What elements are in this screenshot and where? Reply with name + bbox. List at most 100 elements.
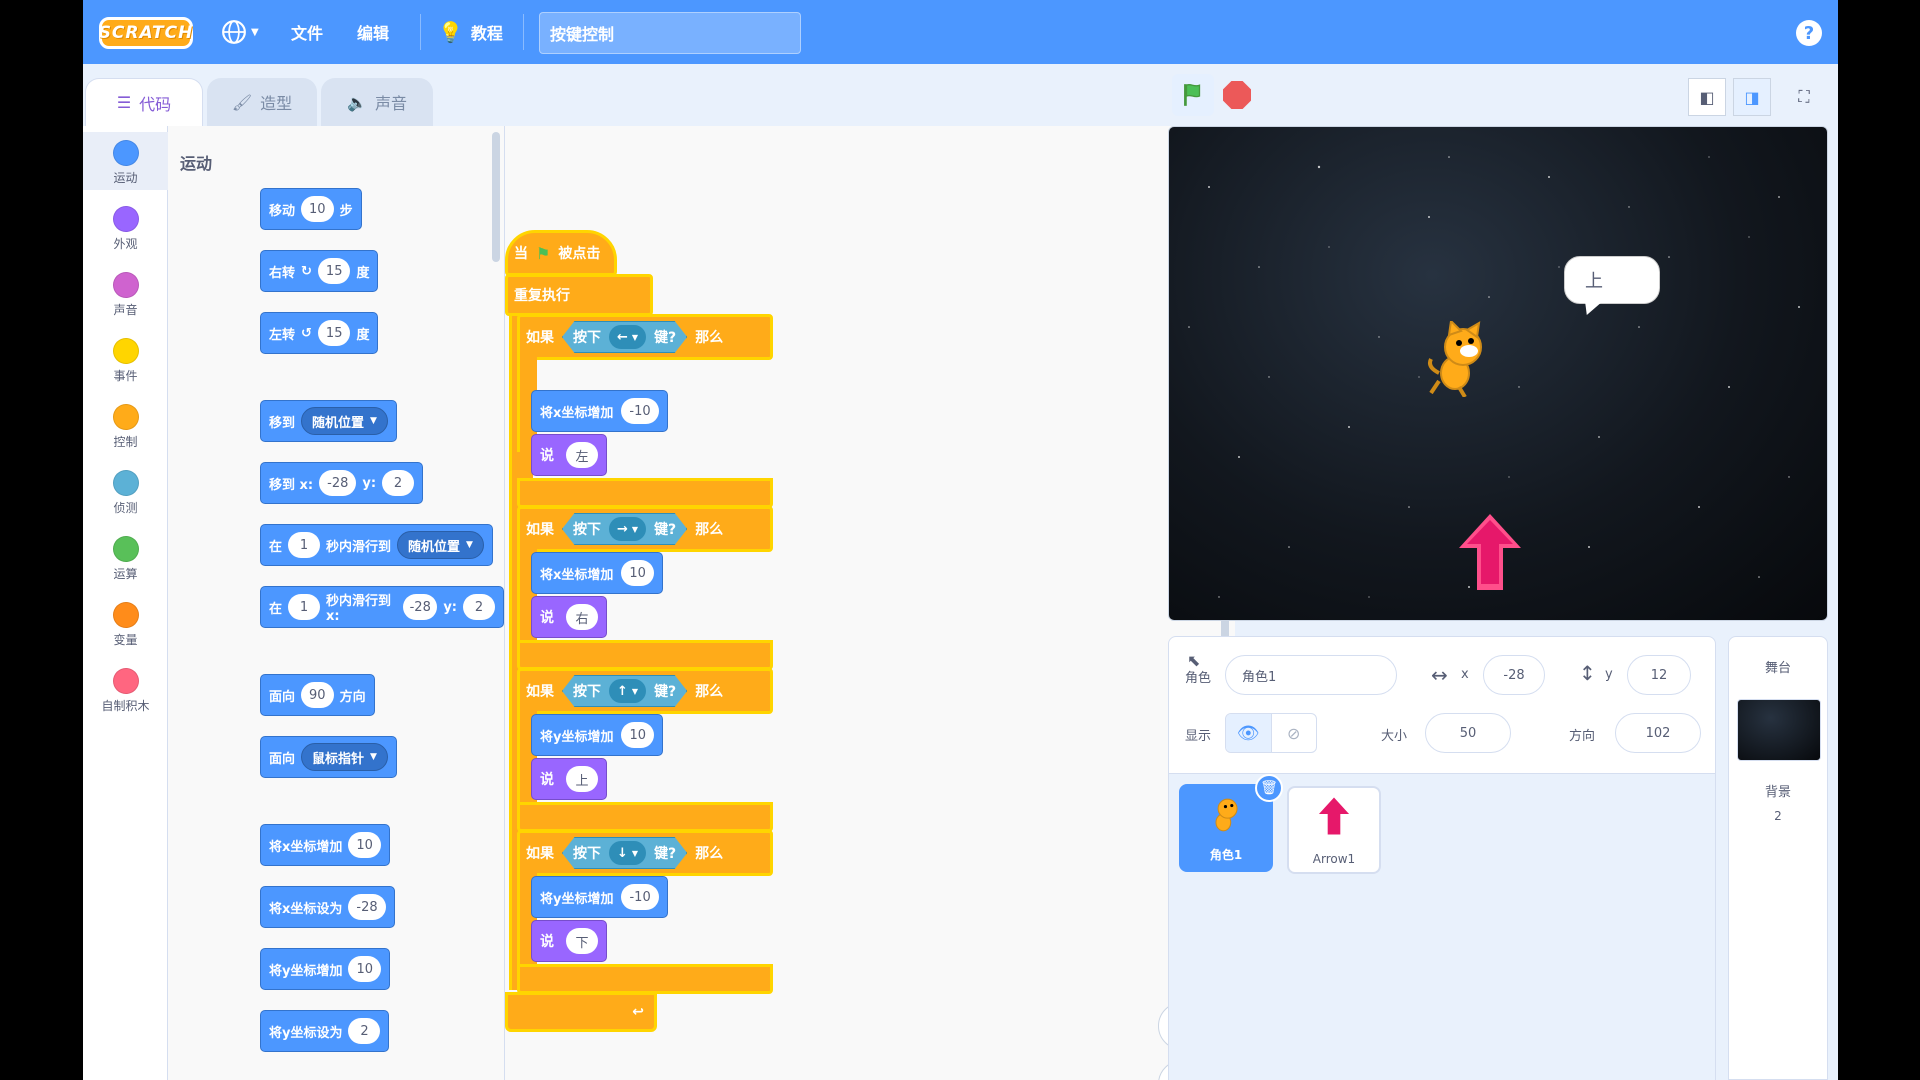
key-dropdown[interactable]: ↑ ▼ (609, 679, 647, 703)
direction-input[interactable]: 102 (1615, 713, 1701, 753)
block-set-x[interactable]: 将x坐标设为 -28 (260, 886, 395, 928)
key-pressed-block[interactable]: 按下 → ▼ 键? (562, 513, 688, 545)
script-change-y-block[interactable]: 将y坐标增加 10 (531, 714, 664, 756)
block-input[interactable]: 10 (621, 560, 654, 586)
scratch-logo[interactable]: SCRATCH (99, 17, 193, 49)
block-input[interactable]: -28 (319, 470, 357, 496)
block-point-direction[interactable]: 面向 90 方向 (260, 674, 375, 716)
block-dropdown[interactable]: 随机位置 ▼ (301, 407, 388, 435)
green-flag-button[interactable] (1172, 74, 1214, 116)
block-input[interactable]: 10 (348, 956, 382, 982)
category-looks[interactable]: 外观 (83, 198, 168, 256)
block-goto[interactable]: 移到 随机位置 ▼ (260, 400, 397, 442)
script-say-block[interactable]: 说 上 (531, 758, 607, 800)
block-change-x[interactable]: 将x坐标增加 10 (260, 824, 390, 866)
tab-sounds[interactable]: 🔈 声音 (321, 78, 433, 126)
block-set-y[interactable]: 将y坐标设为 2 (260, 1010, 390, 1052)
block-input[interactable]: 2 (348, 1018, 381, 1044)
block-goto-xy[interactable]: 移到 x: -28 y: 2 (260, 462, 424, 504)
script-if-block[interactable]: 如果 按下 ↓ ▼ 键? 那么 (517, 830, 773, 876)
stop-button[interactable] (1223, 81, 1251, 109)
script-say-block[interactable]: 说 右 (531, 596, 607, 638)
script-change-x-block[interactable]: 将x坐标增加 -10 (531, 390, 668, 432)
block-change-y[interactable]: 将y坐标增加 10 (260, 948, 391, 990)
block-input[interactable]: -28 (348, 894, 386, 920)
small-stage-button[interactable]: ◧ (1688, 78, 1726, 116)
category-variables[interactable]: 变量 (83, 594, 168, 652)
script-if-block[interactable]: 如果 按下 ← ▼ 键? 那么 (517, 314, 773, 360)
category-operators[interactable]: 运算 (83, 528, 168, 586)
sprite-name-input[interactable]: 角色1 (1225, 655, 1397, 695)
script-if-block[interactable]: 如果 按下 ↑ ▼ 键? 那么 (517, 668, 773, 714)
help-icon[interactable]: ? (1796, 20, 1822, 46)
stage-selector[interactable]: 舞台 背景 2 (1728, 636, 1828, 1080)
backdrop-thumbnail[interactable] (1737, 699, 1821, 761)
block-input[interactable]: 10 (301, 196, 334, 222)
category-my-blocks[interactable]: 自制积木 (83, 660, 168, 718)
block-input[interactable]: 2 (382, 470, 415, 496)
tab-code[interactable]: ☰ 代码 (85, 78, 203, 126)
block-input[interactable]: 左 (566, 442, 598, 468)
block-input[interactable]: 15 (317, 258, 351, 284)
delete-sprite-button[interactable]: 🗑 (1255, 774, 1283, 802)
block-input[interactable]: -28 (403, 594, 438, 620)
script-hat-block[interactable]: 当 ⚑ 被点击 (505, 230, 617, 276)
block-point-towards[interactable]: 面向 鼠标指针 ▼ (260, 736, 397, 778)
block-input[interactable]: -10 (621, 884, 659, 910)
block-turn-right[interactable]: 右转 ↻ 15 度 (260, 250, 379, 292)
project-title-input[interactable]: 按键控制 (539, 12, 801, 54)
block-input[interactable]: 右 (566, 604, 598, 630)
block-dropdown[interactable]: 随机位置 ▼ (397, 531, 484, 559)
cat-sprite[interactable] (1425, 321, 1495, 397)
show-button[interactable]: 👁 (1226, 714, 1272, 752)
script-area[interactable]: 当 ⚑ 被点击 重复执行 如果 按下 ← ▼ 键? 那么 将x坐标增加 -10 说 左… (505, 126, 1235, 1080)
file-menu[interactable]: 文件 (291, 0, 323, 64)
script-if-block[interactable]: 如果 按下 → ▼ 键? 那么 (517, 506, 773, 552)
fullscreen-button[interactable]: ⛶ (1785, 78, 1823, 116)
palette-scrollbar[interactable] (492, 132, 500, 262)
script-say-block[interactable]: 说 左 (531, 434, 607, 476)
sprite-tile[interactable]: Arrow1 (1287, 786, 1381, 874)
y-input[interactable]: 12 (1627, 655, 1691, 695)
block-input[interactable]: 2 (463, 594, 495, 620)
key-pressed-block[interactable]: 按下 ← ▼ 键? (562, 321, 688, 353)
category-sensing[interactable]: 侦测 (83, 462, 168, 520)
block-input[interactable]: 1 (288, 532, 321, 558)
script-say-block[interactable]: 说 下 (531, 920, 607, 962)
size-input[interactable]: 50 (1425, 713, 1511, 753)
hide-button[interactable]: ⊘ (1272, 714, 1317, 752)
block-dropdown[interactable]: 鼠标指针 ▼ (301, 743, 388, 771)
category-motion[interactable]: 运动 (83, 132, 168, 190)
language-menu[interactable]: ▼ (221, 0, 259, 64)
script-change-x-block[interactable]: 将x坐标增加 10 (531, 552, 663, 594)
key-dropdown[interactable]: ↓ ▼ (609, 841, 647, 865)
script-forever-block[interactable]: 重复执行 (505, 274, 653, 316)
x-input[interactable]: -28 (1483, 655, 1545, 695)
script-change-y-block[interactable]: 将y坐标增加 -10 (531, 876, 668, 918)
stage-canvas[interactable] (1168, 126, 1828, 621)
tutorials-menu[interactable]: 💡 教程 (438, 0, 503, 64)
block-input[interactable]: 15 (317, 320, 351, 346)
key-dropdown[interactable]: ← ▼ (609, 325, 647, 349)
arrow-sprite[interactable] (1455, 512, 1525, 592)
large-stage-button[interactable]: ◨ (1733, 78, 1771, 116)
key-dropdown[interactable]: → ▼ (609, 517, 647, 541)
category-events[interactable]: 事件 (83, 330, 168, 388)
block-input[interactable]: 10 (348, 832, 381, 858)
edit-menu[interactable]: 编辑 (357, 0, 389, 64)
category-sound[interactable]: 声音 (83, 264, 168, 322)
block-input[interactable]: 10 (621, 722, 655, 748)
block-input[interactable]: -10 (621, 398, 659, 424)
block-turn-left[interactable]: 左转 ↺ 15 度 (260, 312, 379, 354)
key-pressed-block[interactable]: 按下 ↑ ▼ 键? (562, 675, 688, 707)
block-input[interactable]: 90 (301, 682, 334, 708)
tab-costumes[interactable]: 🖌 造型 (207, 78, 317, 126)
block-input[interactable]: 上 (566, 766, 598, 792)
block-glide-xy[interactable]: 在 1 秒内滑行到 x: -28 y: 2 (260, 586, 504, 628)
block-input[interactable]: 下 (566, 928, 598, 954)
block-move-steps[interactable]: 移动 10 步 (260, 188, 362, 230)
key-pressed-block[interactable]: 按下 ↓ ▼ 键? (562, 837, 688, 869)
category-control[interactable]: 控制 (83, 396, 168, 454)
block-input[interactable]: 1 (288, 594, 321, 620)
block-glide[interactable]: 在 1 秒内滑行到 随机位置 ▼ (260, 524, 493, 566)
